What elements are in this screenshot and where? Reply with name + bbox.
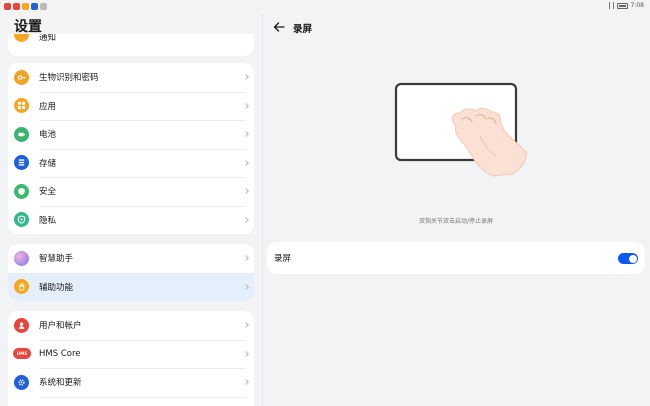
settings-group-security: 生物识别和密码 应用 电池 存储 安全 隐私 bbox=[8, 63, 254, 234]
chevron-right-icon bbox=[243, 255, 249, 262]
notification-icon bbox=[22, 3, 29, 10]
settings-item-battery[interactable]: 电池 bbox=[8, 120, 254, 149]
chevron-right-icon bbox=[243, 74, 249, 81]
apps-icon bbox=[14, 98, 29, 114]
chevron-right-icon bbox=[243, 350, 249, 357]
chevron-right-icon bbox=[243, 102, 249, 109]
chevron-right-icon bbox=[243, 131, 249, 138]
settings-item-notifications[interactable]: 通知 bbox=[8, 34, 254, 56]
hms-icon: HMS bbox=[13, 348, 31, 360]
settings-item-security[interactable]: 安全 bbox=[8, 177, 254, 206]
screen-record-switch[interactable] bbox=[618, 253, 638, 264]
settings-item-apps[interactable]: 应用 bbox=[8, 91, 254, 121]
battery-icon bbox=[14, 126, 29, 142]
notification-icon bbox=[31, 3, 38, 10]
user-icon bbox=[14, 317, 29, 333]
hand-icon bbox=[14, 279, 29, 295]
settings-item-users[interactable]: 用户和帐户 bbox=[8, 311, 254, 340]
switch-knob bbox=[628, 254, 637, 263]
screen-record-label: 录屏 bbox=[274, 254, 292, 264]
panel-divider bbox=[262, 14, 263, 406]
system-update-icon bbox=[14, 374, 29, 390]
page-title: 录屏 bbox=[293, 24, 313, 35]
chevron-right-icon bbox=[243, 283, 249, 290]
settings-item-system-update[interactable]: 系统和更新 bbox=[8, 368, 254, 397]
status-bar: 7:08 bbox=[0, 0, 650, 14]
settings-item-accessibility[interactable]: 辅助功能 bbox=[8, 272, 254, 301]
more-notifications-icon bbox=[40, 3, 47, 10]
chevron-right-icon bbox=[243, 379, 249, 386]
screen-record-toggle-row[interactable]: 录屏 bbox=[267, 242, 645, 274]
bluetooth-icon bbox=[608, 2, 614, 9]
chevron-right-icon bbox=[243, 322, 249, 329]
settings-item-privacy[interactable]: 隐私 bbox=[8, 205, 254, 235]
settings-item-biometrics[interactable]: 生物识别和密码 bbox=[8, 63, 254, 92]
notification-icon bbox=[13, 3, 20, 10]
battery-status-icon bbox=[616, 2, 628, 9]
settings-group-system: 用户和帐户 HMS HMS Core 系统和更新 bbox=[8, 311, 254, 406]
gesture-hint-text: 双指关节双击启动/停止录屏 bbox=[418, 218, 494, 225]
settings-item-storage[interactable]: 存储 bbox=[8, 148, 254, 178]
back-arrow-icon[interactable] bbox=[272, 20, 286, 34]
storage-icon bbox=[14, 155, 29, 171]
settings-group-partial: 通知 bbox=[8, 34, 254, 56]
settings-title: 设置 bbox=[14, 19, 42, 35]
settings-item-hms-core[interactable]: HMS HMS Core bbox=[8, 339, 254, 369]
knuckle-gesture-illustration bbox=[394, 82, 527, 177]
assistant-icon bbox=[14, 250, 29, 266]
privacy-icon bbox=[14, 212, 29, 228]
key-icon bbox=[14, 69, 29, 85]
settings-item-assistant[interactable]: 智慧助手 bbox=[8, 244, 254, 273]
chevron-right-icon bbox=[243, 188, 249, 195]
chevron-right-icon bbox=[243, 216, 249, 223]
chevron-right-icon bbox=[243, 159, 249, 166]
bell-icon bbox=[14, 34, 29, 42]
shield-icon bbox=[14, 183, 29, 199]
settings-group-assist: 智慧助手 辅助功能 bbox=[8, 244, 254, 301]
clock: 7:08 bbox=[630, 2, 644, 9]
notification-icons bbox=[4, 3, 47, 10]
notification-icon bbox=[4, 3, 11, 10]
settings-item-partial[interactable] bbox=[8, 396, 254, 406]
